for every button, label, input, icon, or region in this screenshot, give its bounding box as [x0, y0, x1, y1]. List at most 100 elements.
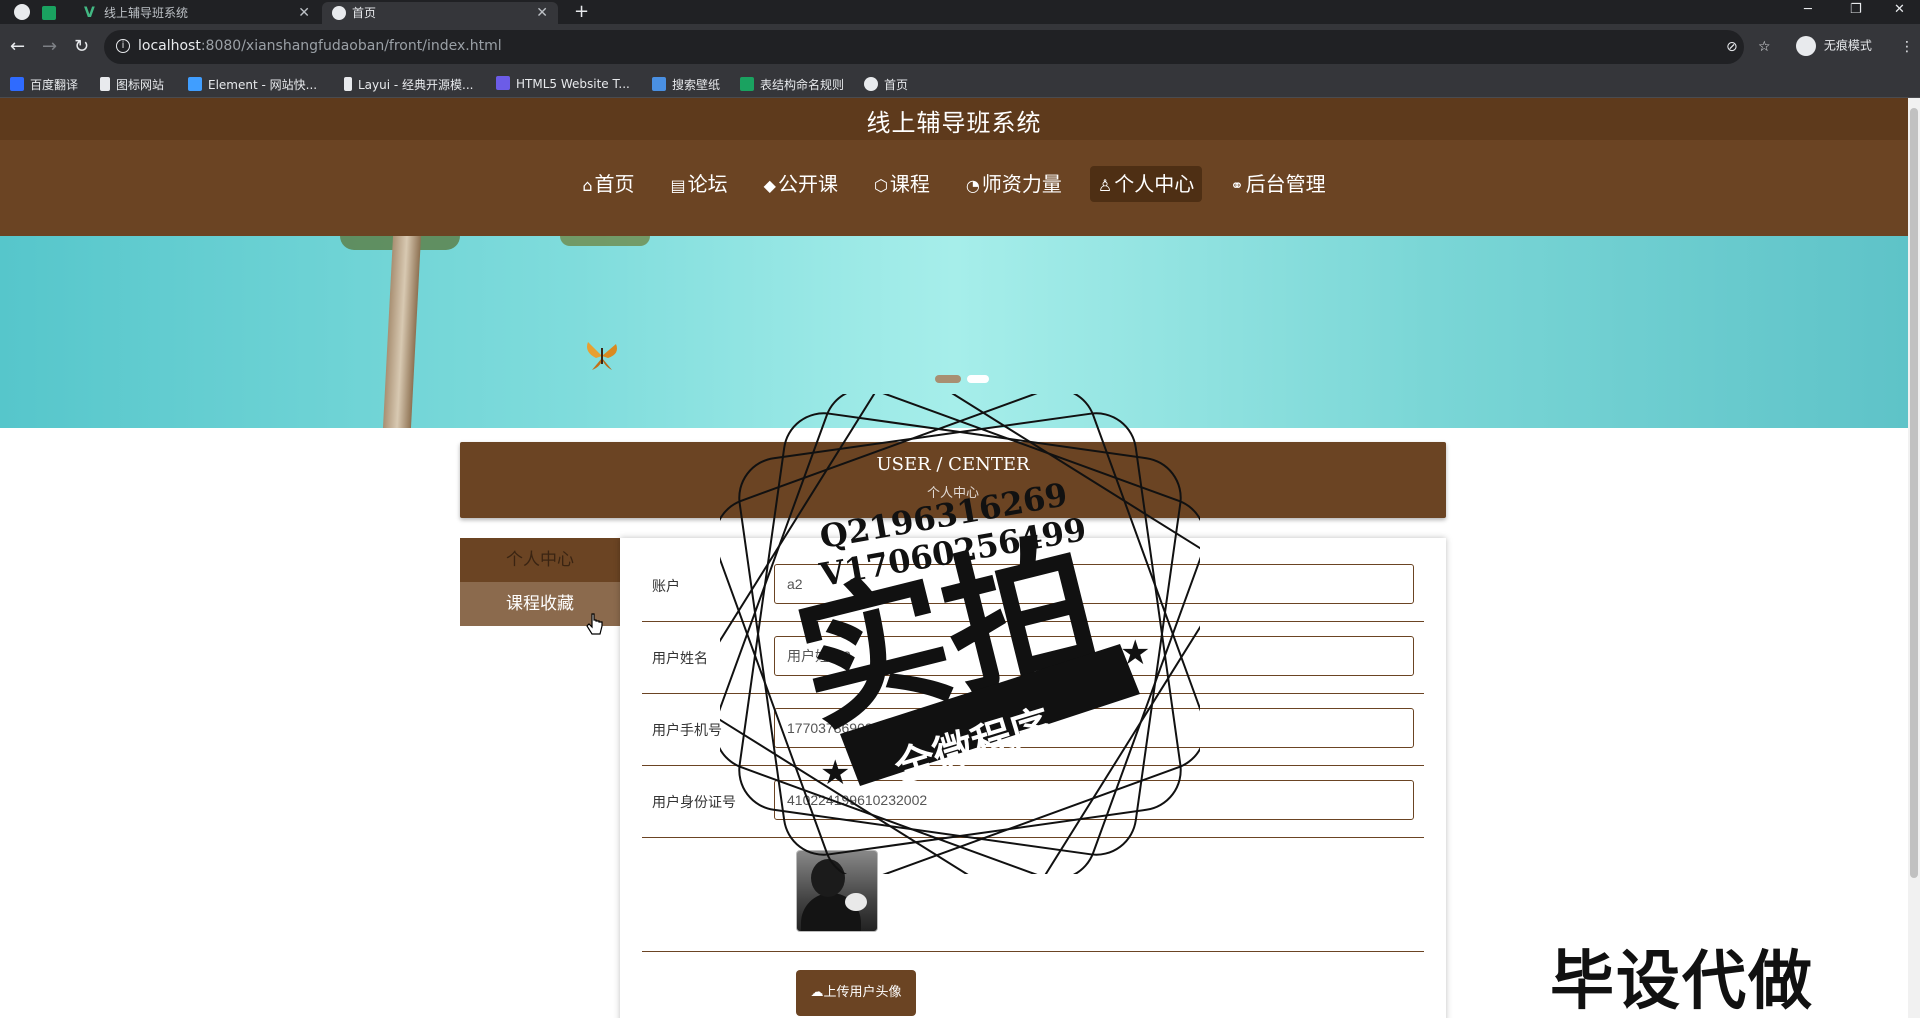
scrollbar-thumb[interactable]: [1910, 108, 1918, 878]
account-input[interactable]: a2: [774, 564, 1414, 604]
nav-forum[interactable]: ▤ 论坛: [663, 166, 736, 202]
bookmark-item[interactable]: 首页: [864, 76, 908, 93]
nav-home[interactable]: ⌂ 首页: [574, 166, 642, 202]
globe-icon: [332, 6, 346, 20]
avatar-head: [811, 859, 845, 897]
menu-icon[interactable]: ⋮: [1900, 39, 1914, 55]
form-row: 用户身份证号 410224199610232002: [642, 766, 1424, 838]
upload-avatar-button[interactable]: ☁上传用户头像: [796, 970, 916, 1016]
carousel-dot[interactable]: [935, 375, 961, 383]
mouse-cursor-icon: [586, 613, 603, 635]
butterfly-image: [587, 342, 617, 370]
banner-carousel[interactable]: [0, 236, 1908, 428]
bookmark-item[interactable]: Element - 网站快...: [188, 76, 317, 93]
link-icon: ⚭: [1230, 176, 1244, 195]
bookmark-item[interactable]: 搜索壁纸: [652, 76, 720, 93]
bookmark-item[interactable]: Layui - 经典开源模...: [344, 76, 473, 93]
translate-icon: [10, 77, 24, 91]
star-icon[interactable]: ☆: [1758, 39, 1771, 55]
nav-admin[interactable]: ⚭ 后台管理: [1222, 166, 1333, 202]
palm-trunk-image: [382, 236, 422, 428]
window-close-icon[interactable]: ✕: [1894, 0, 1905, 24]
layui-icon: [344, 77, 352, 91]
tab-title: 线上辅导班系统: [104, 6, 189, 20]
globe-icon[interactable]: [14, 4, 30, 20]
new-tab-icon[interactable]: +: [574, 0, 589, 24]
browser-tab-active[interactable]: 首页 ✕: [322, 2, 558, 24]
graduation-cap-icon: ◆: [763, 176, 776, 195]
carousel-dot-active[interactable]: [967, 375, 989, 383]
incognito-icon: [1796, 36, 1816, 56]
close-icon[interactable]: ✕: [536, 2, 548, 24]
html5-icon: [496, 76, 510, 90]
globe-icon: [864, 77, 878, 91]
bookmark-item[interactable]: HTML5 Website T...: [496, 76, 630, 91]
browser-tab[interactable]: [36, 2, 62, 24]
page-scrollbar[interactable]: [1908, 98, 1920, 1018]
forum-icon: ▤: [670, 176, 686, 195]
close-icon[interactable]: ✕: [298, 2, 310, 24]
bookmark-item[interactable]: 百度翻译: [10, 76, 78, 93]
avatar-row: [642, 838, 1424, 952]
home-icon: ⌂: [582, 176, 593, 195]
incognito-label: 无痕模式: [1823, 38, 1872, 53]
form-row: 用户姓名 用户姓名2: [642, 622, 1424, 694]
main-nav: ⌂ 首页 ▤ 论坛 ◆ 公开课 ⬡ 课程 ◔ 师资力量 ♙ 个人中心 ⚭ 后台管理: [0, 166, 1908, 202]
site-header: 线上辅导班系统 ⌂ 首页 ▤ 论坛 ◆ 公开课 ⬡ 课程 ◔ 师资力量 ♙ 个人中心 ⚭ 后台…: [0, 98, 1908, 236]
url-text: localhost:8080/xianshangfudaoban/front/i…: [138, 38, 502, 54]
id-number-input[interactable]: 410224199610232002: [774, 780, 1414, 820]
clock-icon: ◔: [965, 176, 980, 195]
upload-cloud-icon: ☁: [810, 985, 824, 1000]
nav-course[interactable]: ⬡ 课程: [866, 166, 938, 202]
sheet-icon: [740, 77, 754, 91]
bookmark-item[interactable]: 表结构命名规则: [740, 76, 844, 93]
field-label: 账户: [652, 579, 680, 595]
user-center-subtitle: 个人中心: [926, 486, 979, 501]
user-center-title: USER / CENTER: [876, 454, 1030, 475]
field-label: 用户姓名: [652, 651, 708, 667]
tab-title: 首页: [352, 6, 377, 20]
cube-icon: ⬡: [873, 176, 888, 195]
browser-tab-strip: V 线上辅导班系统 ✕ 首页 ✕ + ─ ❐ ✕: [0, 0, 1920, 24]
user-center-header: USER / CENTER 个人中心: [460, 442, 1446, 518]
nav-user-center[interactable]: ♙ 个人中心: [1089, 166, 1203, 202]
flag-icon: [100, 77, 110, 91]
user-avatar: [796, 850, 878, 932]
carousel-dots: [935, 368, 995, 387]
site-title: 线上辅导班系统: [866, 109, 1042, 137]
palm-leaf-image: [560, 236, 650, 246]
browser-tab[interactable]: V 线上辅导班系统 ✕: [74, 2, 320, 24]
bookmark-item[interactable]: 图标网站: [100, 76, 164, 93]
username-input[interactable]: 用户姓名2: [774, 636, 1414, 676]
address-bar: ← → ↻ i localhost:8080/xianshangfudaoban…: [0, 24, 1920, 70]
element-icon: [188, 77, 202, 91]
field-label: 用户手机号: [652, 723, 722, 739]
reload-icon[interactable]: ↻: [74, 36, 89, 57]
profile-form: 账户 a2 用户姓名 用户姓名2 用户手机号 17703786902 用户身份证…: [620, 538, 1446, 1018]
header-title-bar: 线上辅导班系统: [0, 98, 1908, 140]
avatar-cup: [845, 893, 867, 911]
field-label: 用户身份证号: [652, 795, 736, 811]
phone-input[interactable]: 17703786902: [774, 708, 1414, 748]
form-row: 用户手机号 17703786902: [642, 694, 1424, 766]
eye-off-icon[interactable]: ⊘: [1726, 39, 1738, 55]
forward-icon[interactable]: →: [42, 36, 57, 57]
watermark-corner-text: 毕设代做: [1550, 945, 1814, 1018]
info-icon[interactable]: i: [116, 39, 130, 53]
page-viewport: 线上辅导班系统 ⌂ 首页 ▤ 论坛 ◆ 公开课 ⬡ 课程 ◔ 师资力量 ♙ 个人中心 ⚭ 后台…: [0, 98, 1908, 1018]
url-input[interactable]: i localhost:8080/xianshangfudaoban/front…: [104, 30, 1744, 64]
sheet-icon: [42, 6, 56, 20]
back-icon[interactable]: ←: [10, 36, 25, 57]
minimize-icon[interactable]: ─: [1804, 0, 1812, 24]
side-item-profile[interactable]: 个人中心: [460, 538, 620, 582]
form-row: 账户 a2: [642, 550, 1424, 622]
upload-row: ☁上传用户头像: [642, 952, 1424, 1018]
vue-icon: V: [84, 5, 95, 21]
nav-teachers[interactable]: ◔ 师资力量: [958, 166, 1070, 202]
nav-open-course[interactable]: ◆ 公开课: [756, 166, 846, 202]
user-icon: ♙: [1097, 176, 1113, 195]
wallpaper-icon: [652, 77, 666, 91]
restore-icon[interactable]: ❐: [1850, 0, 1862, 24]
incognito-indicator[interactable]: 无痕模式: [1796, 36, 1872, 56]
bookmarks-bar: 百度翻译 图标网站 Element - 网站快... Layui - 经典开源模…: [0, 70, 1920, 98]
